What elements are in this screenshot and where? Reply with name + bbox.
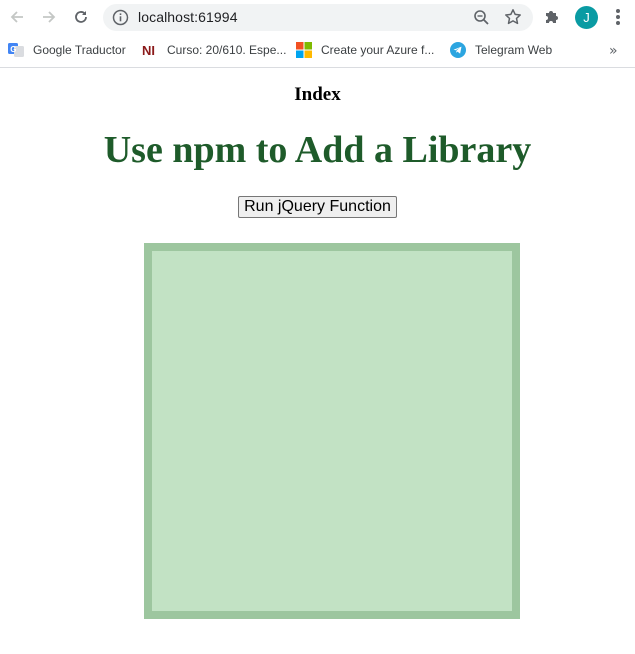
bookmark-curso[interactable]: NI Curso: 20/610. Espe... bbox=[142, 41, 286, 59]
bookmark-label: Google Traductor bbox=[33, 43, 126, 57]
bookmarks-bar: G Google Traductor NI Curso: 20/610. Esp… bbox=[0, 35, 635, 68]
svg-text:G: G bbox=[10, 45, 16, 54]
back-arrow-icon[interactable] bbox=[5, 5, 29, 29]
telegram-icon bbox=[450, 42, 466, 58]
bookmark-label: Create your Azure f... bbox=[321, 43, 435, 57]
browser-toolbar: localhost:61994 J bbox=[0, 0, 635, 35]
svg-text:NI: NI bbox=[142, 43, 155, 58]
address-bar[interactable]: localhost:61994 bbox=[103, 4, 533, 31]
green-box bbox=[144, 243, 520, 619]
extensions-puzzle-icon[interactable] bbox=[543, 8, 561, 26]
profile-avatar[interactable]: J bbox=[575, 6, 598, 29]
zoom-icon[interactable] bbox=[473, 9, 490, 26]
bookmark-azure[interactable]: Create your Azure f... bbox=[296, 41, 434, 59]
main-heading: Use npm to Add a Library bbox=[103, 129, 532, 171]
url-text[interactable]: localhost:61994 bbox=[138, 9, 238, 25]
run-jquery-button[interactable]: Run jQuery Function bbox=[238, 196, 397, 218]
bookmark-star-icon[interactable] bbox=[504, 8, 522, 26]
bookmark-label: Curso: 20/610. Espe... bbox=[167, 43, 287, 57]
more-bookmarks-chevron-icon[interactable]: » bbox=[609, 43, 618, 59]
page-title: Index bbox=[294, 84, 341, 105]
bookmark-telegram[interactable]: Telegram Web bbox=[450, 41, 552, 59]
google-translate-icon: G bbox=[8, 42, 24, 58]
reload-icon[interactable] bbox=[69, 5, 93, 29]
bookmark-google-traductor[interactable]: G Google Traductor bbox=[8, 41, 126, 59]
info-icon[interactable] bbox=[112, 9, 129, 26]
ni-icon: NI bbox=[142, 42, 158, 58]
microsoft-icon bbox=[296, 42, 312, 58]
kebab-menu-icon[interactable] bbox=[612, 9, 624, 26]
forward-arrow-icon[interactable] bbox=[37, 5, 61, 29]
bookmark-label: Telegram Web bbox=[475, 43, 553, 57]
